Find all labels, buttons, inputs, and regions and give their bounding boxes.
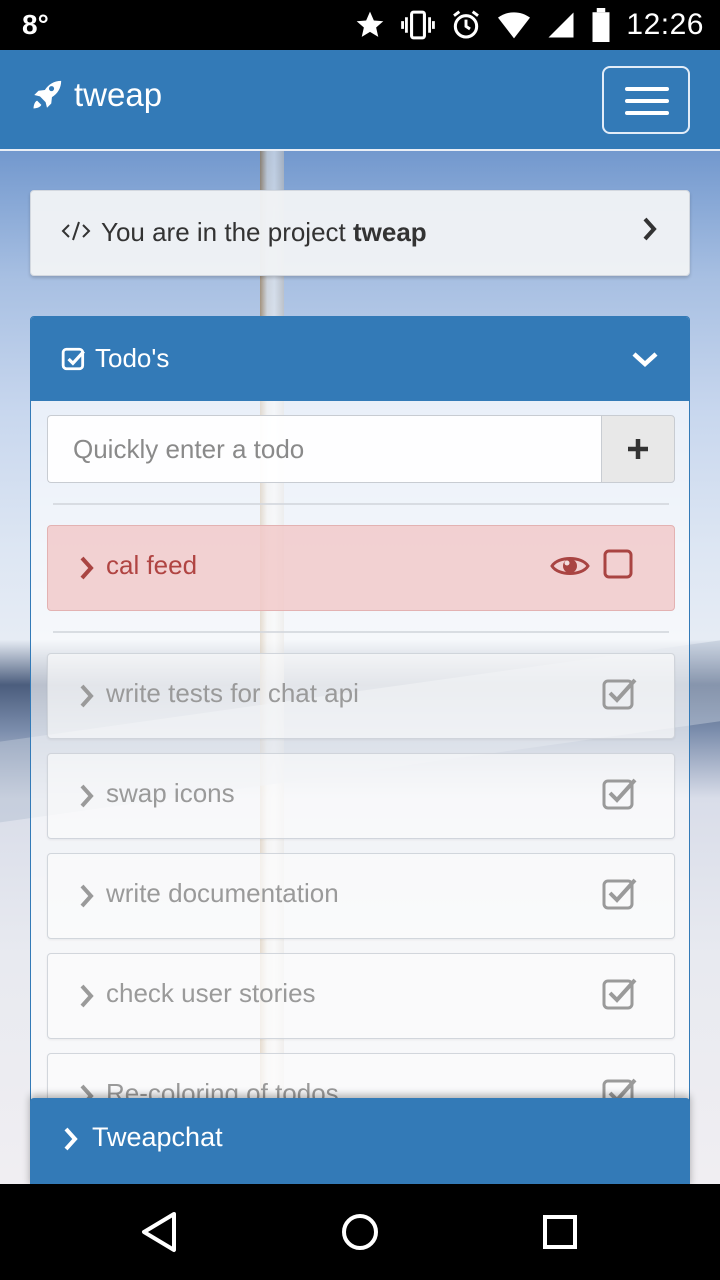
back-icon[interactable] bbox=[136, 1208, 184, 1256]
hamburger-line bbox=[625, 111, 669, 115]
tweapchat-label: Tweapchat bbox=[92, 1122, 223, 1152]
eye-icon[interactable] bbox=[550, 552, 590, 587]
plus-icon bbox=[628, 439, 648, 459]
chevron-right-icon bbox=[641, 215, 659, 250]
status-icons: 12:26 bbox=[354, 7, 704, 43]
todo-item-open[interactable]: cal feed bbox=[47, 525, 675, 611]
todo-panel: Todo's cal feed write tests for chat api bbox=[30, 316, 690, 1184]
chevron-right-icon bbox=[78, 783, 96, 816]
project-name: tweap bbox=[353, 217, 427, 247]
todo-label: write documentation bbox=[106, 878, 339, 908]
checkbox-unchecked-icon[interactable] bbox=[602, 548, 634, 587]
todo-panel-header[interactable]: Todo's bbox=[31, 317, 689, 401]
brand-link[interactable]: tweap bbox=[30, 76, 162, 114]
todo-label: swap icons bbox=[106, 778, 235, 808]
chevron-right-icon bbox=[78, 555, 96, 588]
rocket-icon bbox=[33, 80, 62, 109]
recents-icon[interactable] bbox=[536, 1208, 584, 1256]
star-icon bbox=[357, 11, 384, 37]
system-navigation-bar bbox=[0, 1184, 720, 1280]
project-breadcrumb[interactable]: You are in the project tweap bbox=[30, 190, 690, 276]
brand-name: tweap bbox=[74, 76, 163, 113]
todo-label: cal feed bbox=[106, 550, 198, 580]
checkbox-checked-icon bbox=[61, 347, 85, 370]
alarm-icon bbox=[453, 10, 480, 39]
quick-todo-input[interactable] bbox=[47, 415, 603, 483]
hamburger-line bbox=[625, 99, 669, 103]
wifi-icon bbox=[498, 12, 531, 39]
hamburger-menu-icon bbox=[625, 87, 669, 91]
checkbox-checked-icon[interactable] bbox=[602, 676, 640, 717]
project-prefix: You are in the project bbox=[101, 217, 346, 247]
todo-label: check user stories bbox=[106, 978, 316, 1008]
vibrate-icon bbox=[401, 10, 436, 40]
code-icon bbox=[61, 218, 91, 251]
chevron-right-icon bbox=[78, 683, 96, 716]
chevron-right-icon bbox=[78, 983, 96, 1016]
clock: 12:26 bbox=[626, 8, 704, 41]
checkbox-checked-icon[interactable] bbox=[602, 876, 640, 917]
status-bar: 8° 12:26 bbox=[0, 0, 720, 50]
signal-icon bbox=[548, 12, 574, 38]
menu-toggle-button[interactable] bbox=[602, 66, 690, 134]
divider bbox=[53, 631, 669, 633]
todo-label: write tests for chat api bbox=[106, 678, 359, 708]
add-todo-button[interactable] bbox=[601, 415, 675, 483]
chevron-down-icon[interactable] bbox=[631, 346, 659, 377]
todo-title-wrap: Todo's bbox=[61, 343, 169, 374]
battery-icon bbox=[592, 8, 610, 42]
todo-panel-title: Todo's bbox=[95, 343, 170, 373]
project-text: You are in the project tweap bbox=[101, 217, 427, 248]
tweapchat-bar[interactable]: Tweapchat bbox=[30, 1098, 690, 1184]
divider bbox=[53, 503, 669, 505]
checkbox-checked-icon[interactable] bbox=[602, 776, 640, 817]
chevron-right-icon bbox=[62, 1126, 80, 1159]
todo-item-done[interactable]: write tests for chat api bbox=[47, 653, 675, 739]
checkbox-checked-icon[interactable] bbox=[602, 976, 640, 1017]
app-viewport[interactable]: tweap You are in the project tweap Todo'… bbox=[0, 50, 720, 1184]
top-navbar: tweap bbox=[0, 50, 720, 151]
todo-item-done[interactable]: write documentation bbox=[47, 853, 675, 939]
home-icon[interactable] bbox=[336, 1208, 384, 1256]
quick-todo-form bbox=[47, 415, 675, 483]
todo-item-done[interactable]: check user stories bbox=[47, 953, 675, 1039]
todo-item-done[interactable]: swap icons bbox=[47, 753, 675, 839]
chevron-right-icon bbox=[78, 883, 96, 916]
temperature-indicator: 8° bbox=[22, 9, 49, 40]
